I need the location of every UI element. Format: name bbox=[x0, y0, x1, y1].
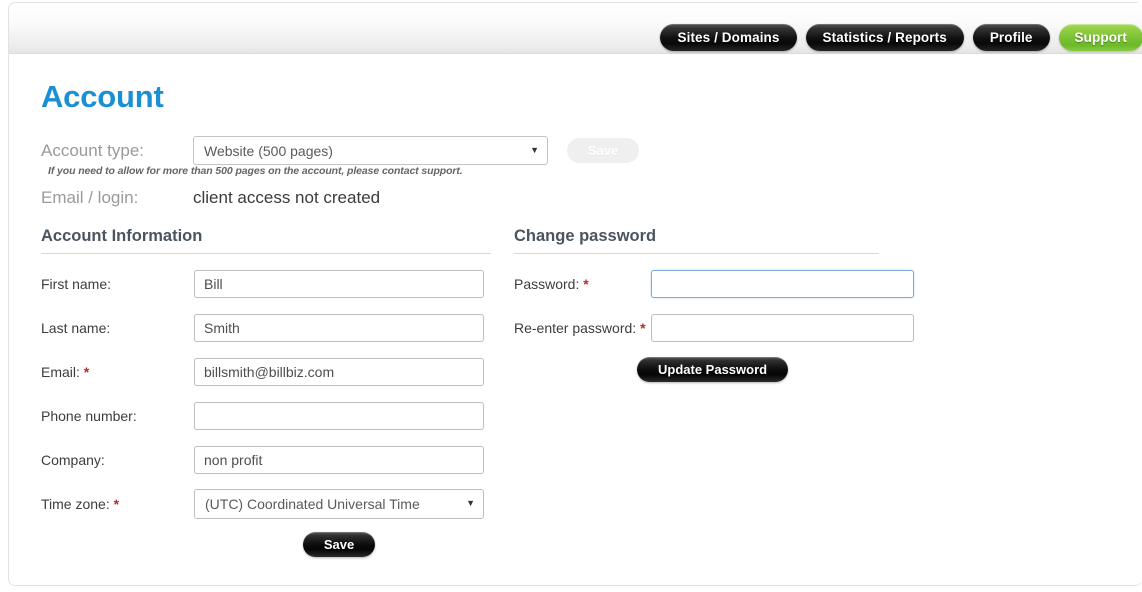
nav-item-support[interactable]: Support bbox=[1058, 24, 1142, 51]
nav-item-label: Profile bbox=[989, 30, 1033, 45]
required-asterisk-icon: * bbox=[583, 276, 589, 292]
field-label-text: Re-enter password: bbox=[514, 320, 637, 336]
field-label-text: Time zone: bbox=[41, 496, 110, 512]
nav-buttons: Sites / Domains Statistics / Reports Pro… bbox=[660, 24, 1142, 51]
field-password: Password: * bbox=[514, 270, 914, 298]
change-password-title: Change password bbox=[514, 227, 879, 254]
account-information-title: Account Information bbox=[41, 227, 491, 254]
field-reenter-password: Re-enter password: * bbox=[514, 314, 914, 342]
account-type-save-button[interactable]: Save bbox=[567, 138, 639, 163]
field-label: Company: bbox=[41, 452, 194, 468]
email-login-label: Email / login: bbox=[41, 188, 139, 207]
nav-item-label: Sites / Domains bbox=[677, 30, 780, 45]
update-password-row: Update Password bbox=[514, 357, 914, 382]
chevron-down-icon: ▼ bbox=[466, 498, 475, 508]
email-login-value: client access not created bbox=[193, 188, 381, 207]
field-label: Password: * bbox=[514, 276, 651, 292]
field-email: Email: * bbox=[41, 358, 501, 386]
field-label-text: Phone number: bbox=[41, 408, 137, 424]
page-root: Sites / Domains Statistics / Reports Pro… bbox=[0, 0, 1142, 592]
account-type-label: Account type: bbox=[41, 140, 145, 160]
email-input[interactable] bbox=[194, 358, 484, 386]
top-navigation-bar: Sites / Domains Statistics / Reports Pro… bbox=[9, 3, 1142, 54]
field-label-text: Password: bbox=[514, 276, 580, 292]
field-label: Last name: bbox=[41, 320, 194, 336]
time-zone-select[interactable]: (UTC) Coordinated Universal Time ▼ bbox=[194, 489, 484, 519]
phone-number-input[interactable] bbox=[194, 402, 484, 430]
nav-item-label: Support bbox=[1074, 30, 1127, 45]
last-name-input[interactable] bbox=[194, 314, 484, 342]
account-information-save-button[interactable]: Save bbox=[302, 532, 376, 557]
time-zone-selected-value: (UTC) Coordinated Universal Time bbox=[205, 496, 420, 512]
first-name-input[interactable] bbox=[194, 270, 484, 298]
account-type-select[interactable]: Website (500 pages) ▼ bbox=[193, 136, 548, 165]
company-input[interactable] bbox=[194, 446, 484, 474]
field-label-text: Company: bbox=[41, 452, 105, 468]
field-label-text: Email: bbox=[41, 364, 80, 380]
nav-item-statistics-reports[interactable]: Statistics / Reports bbox=[805, 24, 964, 51]
nav-item-label: Statistics / Reports bbox=[822, 30, 947, 45]
app-container: Sites / Domains Statistics / Reports Pro… bbox=[8, 2, 1142, 586]
account-information-section: Account Information First name: Last nam… bbox=[41, 227, 501, 557]
field-company: Company: bbox=[41, 446, 501, 474]
field-label: First name: bbox=[41, 276, 194, 292]
chevron-down-icon: ▼ bbox=[530, 144, 539, 155]
field-label: Time zone: * bbox=[41, 496, 194, 512]
field-label: Phone number: bbox=[41, 408, 194, 424]
reenter-password-input[interactable] bbox=[651, 314, 914, 342]
required-asterisk-icon: * bbox=[113, 496, 120, 512]
update-password-label: Update Password bbox=[658, 362, 768, 377]
field-label-text: First name: bbox=[41, 276, 112, 292]
field-label-text: Last name: bbox=[41, 320, 111, 336]
nav-item-profile[interactable]: Profile bbox=[972, 24, 1050, 51]
field-last-name: Last name: bbox=[41, 314, 501, 342]
account-information-save-row: Save bbox=[41, 532, 484, 557]
required-asterisk-icon: * bbox=[83, 364, 90, 380]
save-button-label: Save bbox=[323, 537, 355, 552]
field-first-name: First name: bbox=[41, 270, 501, 298]
email-login-row: Email / login: client access not created bbox=[41, 188, 380, 208]
required-asterisk-icon: * bbox=[640, 320, 646, 336]
field-label: Email: * bbox=[41, 364, 194, 380]
change-password-section: Change password Password: * Re-enter pas… bbox=[514, 227, 914, 382]
field-label: Re-enter password: * bbox=[514, 320, 651, 336]
field-phone-number: Phone number: bbox=[41, 402, 501, 430]
nav-item-sites-domains[interactable]: Sites / Domains bbox=[660, 24, 797, 51]
account-type-save-label: Save bbox=[587, 143, 619, 158]
update-password-button[interactable]: Update Password bbox=[637, 357, 789, 382]
page-title: Account bbox=[41, 79, 164, 114]
password-input[interactable] bbox=[651, 270, 914, 298]
account-type-hint: If you need to allow for more than 500 p… bbox=[48, 165, 463, 177]
field-time-zone: Time zone: * (UTC) Coordinated Universal… bbox=[41, 489, 501, 519]
account-type-selected-value: Website (500 pages) bbox=[204, 142, 333, 159]
account-type-row: Account type: Website (500 pages) ▼ Save bbox=[41, 136, 639, 165]
